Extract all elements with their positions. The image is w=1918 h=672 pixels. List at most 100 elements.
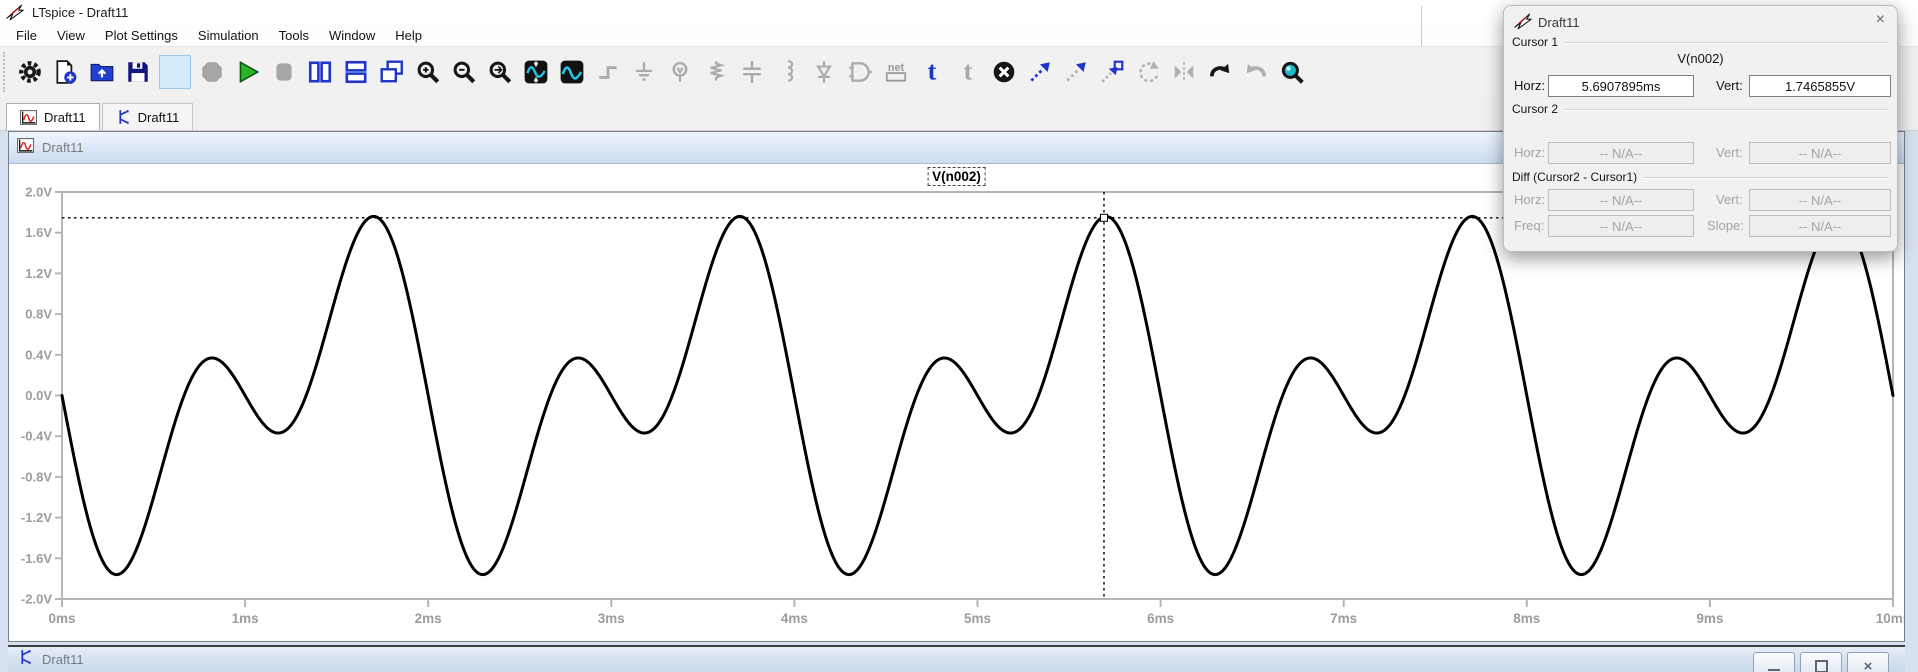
tab-waveform-draft11[interactable]: Draft11 bbox=[6, 103, 100, 130]
duplicate-button[interactable] bbox=[1094, 52, 1130, 92]
run-icon bbox=[235, 59, 261, 85]
tab-schematic-draft11[interactable]: Draft11 bbox=[102, 103, 194, 130]
restore-button[interactable] bbox=[1800, 652, 1842, 672]
y-tick-label: 2.0V bbox=[25, 185, 52, 200]
rotate-button[interactable] bbox=[1130, 52, 1166, 92]
toolbar-separator bbox=[1421, 6, 1422, 46]
y-tick-label: 0.4V bbox=[25, 347, 52, 362]
pause-button[interactable] bbox=[266, 52, 302, 92]
cursor-dialog-logo-icon bbox=[1514, 13, 1532, 35]
menu-simulation[interactable]: Simulation bbox=[188, 25, 269, 46]
menu-tools[interactable]: Tools bbox=[269, 25, 319, 46]
halt-button[interactable] bbox=[194, 52, 230, 92]
label-net-button[interactable] bbox=[662, 52, 698, 92]
cursor-dialog-title: Draft11 bbox=[1538, 15, 1580, 30]
window-title: LTspice - Draft11 bbox=[32, 5, 128, 20]
cursor-dialog[interactable]: Draft11 × Cursor 1 V(n002) Horz: 5.69078… bbox=[1503, 5, 1898, 252]
control-panel-button[interactable] bbox=[12, 52, 48, 92]
menu-view[interactable]: View bbox=[47, 25, 95, 46]
new-schematic-button[interactable] bbox=[48, 52, 84, 92]
schematic-window-icon bbox=[18, 649, 33, 670]
cursor1-horz-value[interactable]: 5.6907895ms bbox=[1548, 75, 1694, 97]
schematic-window-titlebar[interactable]: Draft11 × bbox=[8, 645, 1905, 672]
minimize-button[interactable] bbox=[1753, 652, 1795, 672]
x-tick-label: 10ms bbox=[1876, 611, 1904, 626]
spice-directive-button[interactable]: t bbox=[950, 52, 986, 92]
mirror-button[interactable] bbox=[1166, 52, 1202, 92]
diff-slope-value[interactable]: -- N/A-- bbox=[1749, 215, 1891, 237]
x-tick-label: 3ms bbox=[598, 611, 625, 626]
open-button[interactable] bbox=[84, 52, 120, 92]
delete-icon bbox=[991, 59, 1017, 85]
toolbar-grip bbox=[3, 52, 8, 92]
zoom-in-icon bbox=[415, 59, 441, 85]
autorange-y-button[interactable] bbox=[518, 52, 554, 92]
undo-button[interactable] bbox=[1202, 52, 1238, 92]
x-tick-label: 9ms bbox=[1696, 611, 1723, 626]
tab-label: Draft11 bbox=[138, 110, 180, 125]
highlight-blank-button[interactable] bbox=[159, 55, 191, 89]
y-tick-label: -2.0V bbox=[21, 592, 52, 607]
tile-vertical-button[interactable] bbox=[302, 52, 338, 92]
diff-horz-label: Horz: bbox=[1514, 192, 1545, 207]
cursor1-vert-value[interactable]: 1.7465855V bbox=[1749, 75, 1891, 97]
resistor-button[interactable] bbox=[698, 52, 734, 92]
diff-vert-label: Vert: bbox=[1716, 192, 1743, 207]
move-icon bbox=[1027, 59, 1053, 85]
menu-window[interactable]: Window bbox=[319, 25, 385, 46]
cursor-dialog-close-icon[interactable]: × bbox=[1876, 12, 1885, 28]
undo-icon bbox=[1207, 59, 1233, 85]
y-tick-label: 0.0V bbox=[25, 388, 52, 403]
run-button[interactable] bbox=[230, 52, 266, 92]
diode-button[interactable] bbox=[806, 52, 842, 92]
resistor-icon bbox=[703, 59, 729, 85]
draw-wire-icon bbox=[595, 59, 621, 85]
drag-button[interactable] bbox=[1058, 52, 1094, 92]
save-icon bbox=[125, 59, 151, 85]
move-button[interactable] bbox=[1022, 52, 1058, 92]
component-button[interactable] bbox=[842, 52, 878, 92]
cursor2-vert-value[interactable]: -- N/A-- bbox=[1749, 142, 1891, 164]
text-button[interactable]: t bbox=[914, 52, 950, 92]
trace-vn002[interactable] bbox=[62, 216, 1893, 574]
ground-button[interactable] bbox=[626, 52, 662, 92]
capacitor-icon bbox=[739, 59, 765, 85]
cursor2-horz-label: Horz: bbox=[1514, 145, 1545, 160]
zoom-out-button[interactable] bbox=[446, 52, 482, 92]
find-button[interactable] bbox=[1274, 52, 1310, 92]
draw-wire-button[interactable] bbox=[590, 52, 626, 92]
cascade-button[interactable] bbox=[374, 52, 410, 92]
cursor2-vert-label: Vert: bbox=[1716, 145, 1743, 160]
trace-label[interactable]: V(n002) bbox=[927, 167, 986, 186]
cursor2-group-label: Cursor 2 bbox=[1512, 102, 1889, 116]
capacitor-button[interactable] bbox=[734, 52, 770, 92]
menu-help[interactable]: Help bbox=[385, 25, 432, 46]
y-tick-label: -1.2V bbox=[21, 510, 52, 525]
diff-freq-value[interactable]: -- N/A-- bbox=[1548, 215, 1694, 237]
diff-vert-value[interactable]: -- N/A-- bbox=[1749, 189, 1891, 211]
window-buttons: × bbox=[1753, 652, 1889, 672]
diff-horz-value[interactable]: -- N/A-- bbox=[1548, 189, 1694, 211]
tile-horizontal-button[interactable] bbox=[338, 52, 374, 92]
close-window-button[interactable]: × bbox=[1847, 652, 1889, 672]
y-tick-label: -0.8V bbox=[21, 469, 52, 484]
save-button[interactable] bbox=[120, 52, 156, 92]
cursor1-trace-name: V(n002) bbox=[1504, 51, 1897, 66]
autorange-y-icon bbox=[523, 59, 549, 85]
cursor1-marker[interactable] bbox=[1100, 214, 1107, 221]
menu-plot-settings[interactable]: Plot Settings bbox=[95, 25, 188, 46]
rotate-icon bbox=[1135, 59, 1161, 85]
cursor2-horz-value[interactable]: -- N/A-- bbox=[1548, 142, 1694, 164]
redo-button[interactable] bbox=[1238, 52, 1274, 92]
netlist-button[interactable]: net bbox=[878, 52, 914, 92]
zoom-full-extents-button[interactable] bbox=[482, 52, 518, 92]
diff-freq-label: Freq: bbox=[1514, 218, 1544, 233]
plot-pane-button[interactable] bbox=[554, 52, 590, 92]
tab-label: Draft11 bbox=[44, 110, 86, 125]
open-icon bbox=[89, 59, 115, 85]
zoom-in-button[interactable] bbox=[410, 52, 446, 92]
cursor1-horz-label: Horz: bbox=[1514, 78, 1545, 93]
inductor-button[interactable] bbox=[770, 52, 806, 92]
menu-file[interactable]: File bbox=[6, 25, 47, 46]
delete-button[interactable] bbox=[986, 52, 1022, 92]
